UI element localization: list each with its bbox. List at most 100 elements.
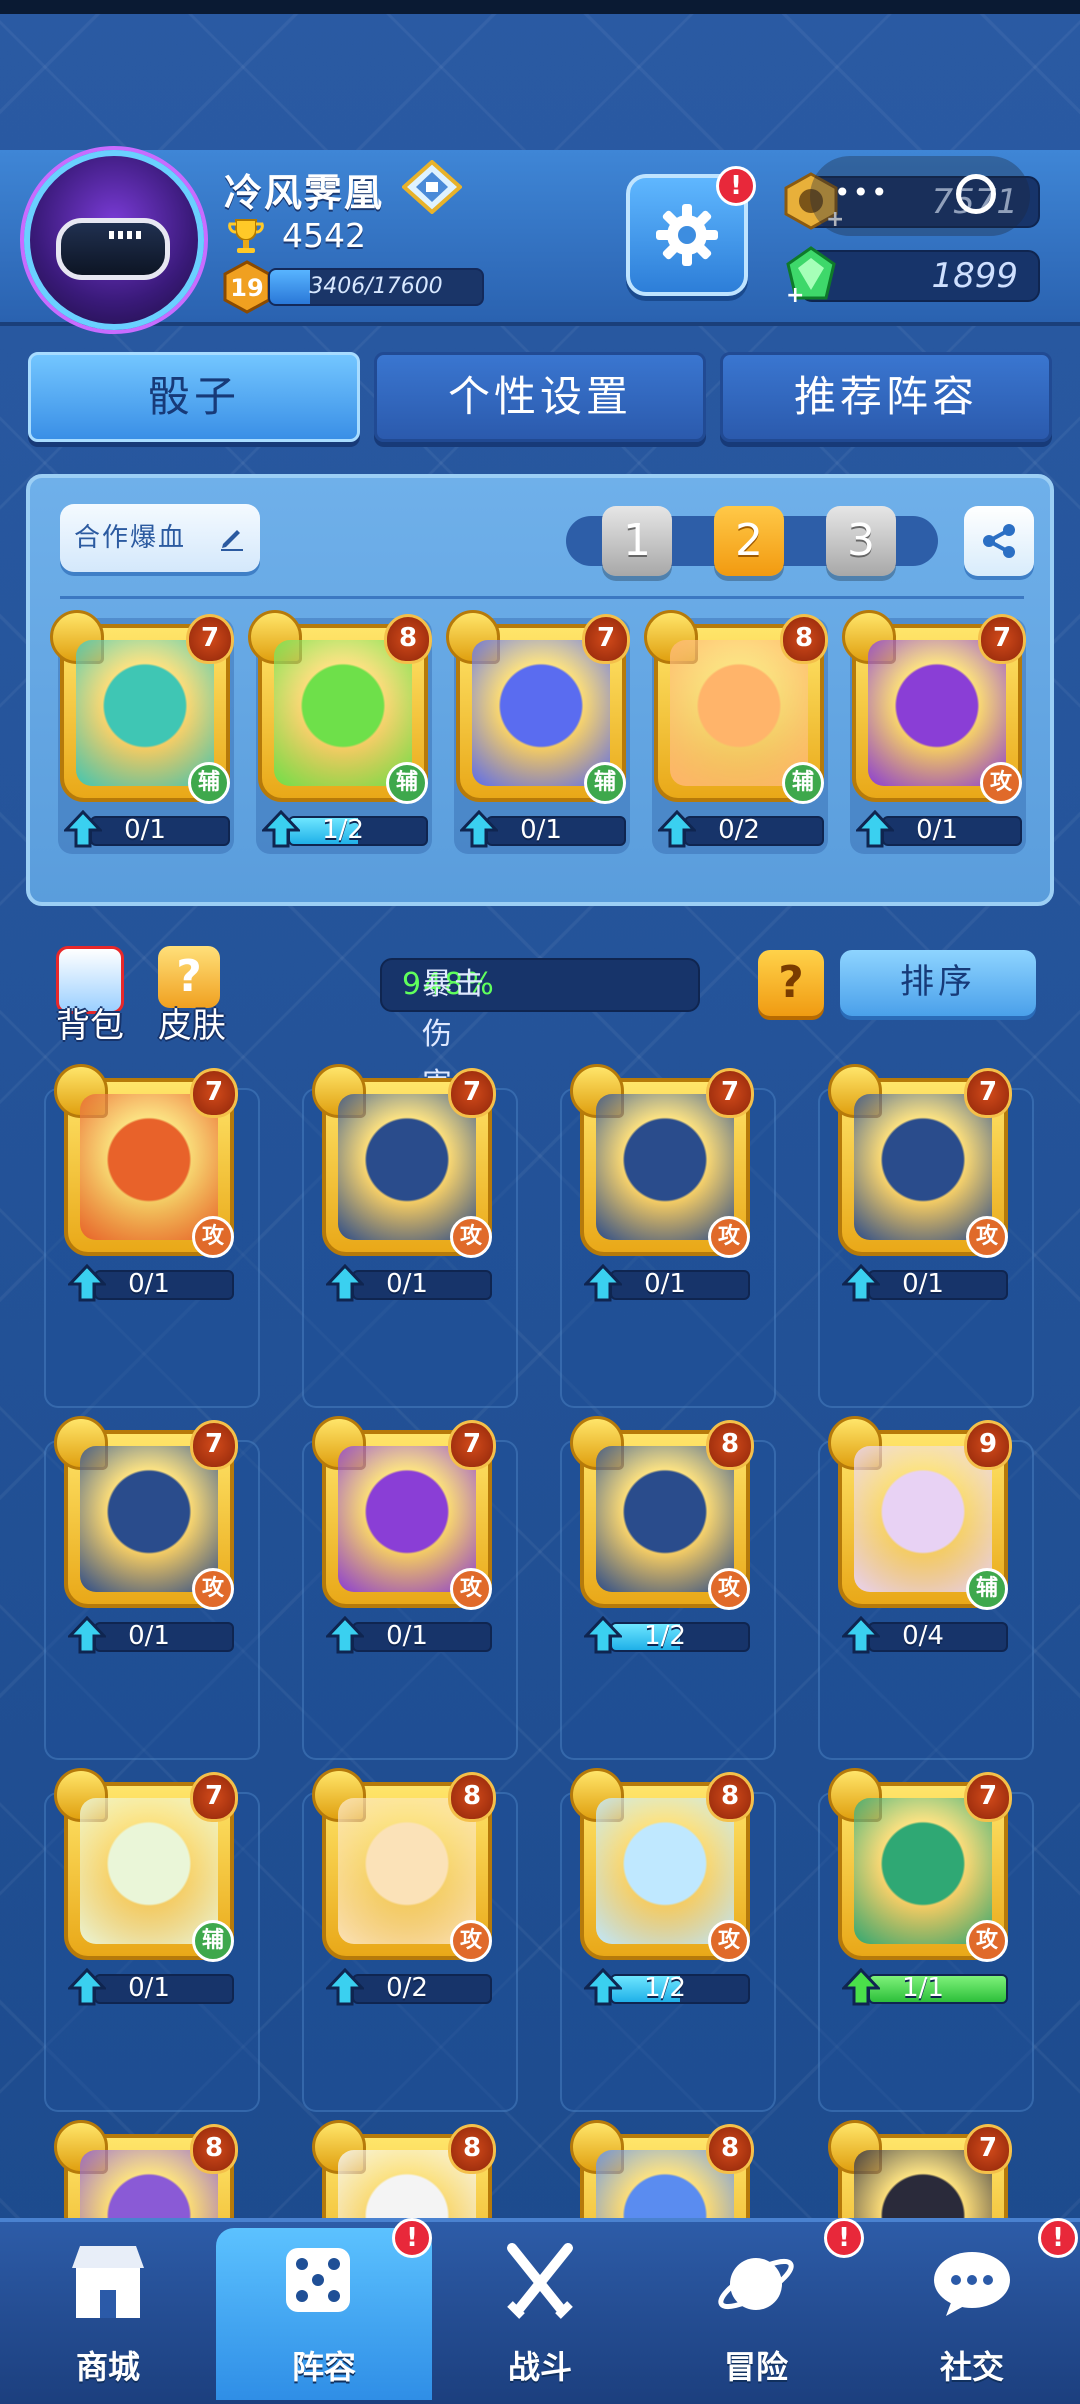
gem-counter[interactable]: + 1899 [786, 246, 1040, 306]
dice-progress-text: 0/1 [916, 815, 958, 845]
dice-progress: 1/2 [584, 1968, 752, 2006]
dice-progress: 0/1 [68, 1264, 236, 1302]
dice-level-badge: 8 [384, 614, 432, 664]
dice-progress-text: 1/1 [902, 1973, 944, 2003]
lineup-alert-badge: ! [392, 2218, 432, 2258]
tab-recommended[interactable]: 推荐阵容 [720, 352, 1052, 442]
deck-name: 合作爆血 [74, 523, 187, 553]
dice-type-badge: 攻 [708, 1568, 750, 1610]
dice-level-badge: 8 [706, 2124, 754, 2174]
dice-progress-text: 1/2 [644, 1621, 686, 1651]
dice-progress-text: 0/1 [386, 1269, 428, 1299]
svg-text:+: + [786, 283, 804, 306]
dice-progress: 0/1 [68, 1616, 236, 1654]
dice-level-badge: 8 [448, 2124, 496, 2174]
sort-button[interactable]: 排序 [840, 950, 1036, 1016]
close-circle-icon[interactable] [956, 174, 996, 214]
dice-progress-text: 0/4 [902, 1621, 944, 1651]
dice-level-badge: 8 [706, 1772, 754, 1822]
dice-progress: 1/2 [584, 1616, 752, 1654]
dice-frame: 8辅 [248, 610, 432, 804]
deck-slot-3[interactable]: 3 [826, 506, 896, 576]
lucky-cat-dice-icon [670, 640, 808, 786]
aquarius-dice-icon [80, 1446, 218, 1592]
deck-divider [60, 596, 1024, 599]
archer-flame-dice-icon [80, 1094, 218, 1240]
dice-progress: 0/1 [842, 1264, 1010, 1302]
dice-progress-text: 0/1 [124, 815, 166, 845]
dice-level-badge: 7 [978, 614, 1026, 664]
nav-item-shop[interactable]: 商城 [0, 2228, 216, 2400]
dice-progress: 0/1 [326, 1264, 494, 1302]
dice-progress-text: 1/2 [644, 1973, 686, 2003]
dice-type-badge: 辅 [966, 1568, 1008, 1610]
deck-panel: 合作爆血 1 2 3 7 辅 0/1 8 辅 1/2 7 辅 0/1 8 辅 0/2 7 攻 0/1 [26, 474, 1054, 906]
gem-amount: 1899 [931, 256, 1018, 296]
tab-customize[interactable]: 个性设置 [374, 352, 706, 442]
rank-badge-icon[interactable] [402, 160, 462, 214]
dice-type-badge: 辅 [782, 762, 824, 804]
dice-level-badge: 7 [190, 1772, 238, 1822]
dice-progress: 0/1 [326, 1616, 494, 1654]
dice-level-badge: 7 [186, 614, 234, 664]
more-dots-icon[interactable]: ••• [834, 176, 890, 209]
dice-frame: 7攻 [312, 1416, 496, 1610]
slime-dice-icon [854, 1798, 992, 1944]
dice-level-badge: 8 [448, 1772, 496, 1822]
dice-progress: 0/1 [856, 810, 1024, 848]
pencil-icon [221, 530, 243, 551]
dice-type-badge: 攻 [192, 1216, 234, 1258]
dice-type-badge: 辅 [188, 762, 230, 804]
nav-label: 商城 [75, 2348, 140, 2386]
twins-dice-icon [338, 1094, 476, 1240]
dice-level-badge: 8 [190, 2124, 238, 2174]
bag-button[interactable]: 背包 [50, 946, 130, 1056]
player-name: 冷风霁凰 [224, 171, 385, 215]
dice-progress: 0/2 [658, 810, 826, 848]
dice-type-badge: 攻 [980, 762, 1022, 804]
dice-progress: 0/4 [842, 1616, 1010, 1654]
green-cross-dice-icon [274, 640, 412, 786]
nav-label: 冒险 [723, 2348, 788, 2386]
share-icon [983, 524, 1015, 558]
dice-type-badge: 攻 [450, 1568, 492, 1610]
dice-frame: 7攻 [570, 1064, 754, 1258]
ox-dice-icon [596, 1094, 734, 1240]
skin-button[interactable]: ? 皮肤 [152, 946, 232, 1056]
share-button[interactable] [964, 506, 1034, 576]
deck-slot-2[interactable]: 2 [714, 506, 784, 576]
dice-frame: 7攻 [828, 1768, 1012, 1962]
dice-type-badge: 攻 [966, 1216, 1008, 1258]
dice-level-badge: 7 [448, 1068, 496, 1118]
settings-alert-badge: ! [716, 166, 756, 206]
trophy-count: 4542 [282, 216, 366, 255]
xp-progress-bar: 3406/17600 [268, 268, 484, 306]
floating-overlay-pill[interactable]: ••• [810, 156, 1030, 236]
svg-text:19: 19 [230, 274, 263, 302]
dice-type-badge: 攻 [708, 1920, 750, 1962]
dice-progress-text: 0/1 [128, 1973, 170, 2003]
dice-level-badge: 7 [706, 1068, 754, 1118]
skin-label: 皮肤 [158, 1006, 226, 1046]
deck-name-button[interactable]: 合作爆血 [60, 504, 260, 572]
dice-frame: 7攻 [54, 1064, 238, 1258]
nav-label: 战斗 [507, 2348, 572, 2386]
deck-slot-1[interactable]: 1 [602, 506, 672, 576]
nav-item-swords[interactable]: 战斗 [432, 2228, 648, 2400]
dice-type-badge: 攻 [192, 1568, 234, 1610]
player-avatar[interactable] [24, 150, 204, 330]
nav-label: 阵容 [291, 2348, 356, 2386]
help-button[interactable]: ? [758, 950, 824, 1016]
tab-dice[interactable]: 骰子 [28, 352, 360, 442]
dice-progress-text: 1/2 [322, 815, 364, 845]
dice-frame: 9辅 [828, 1416, 1012, 1610]
ghost-dice-icon [854, 1094, 992, 1240]
dice-type-badge: 辅 [192, 1920, 234, 1962]
lightning-dice-icon [596, 1798, 734, 1944]
dice-progress-text: 0/2 [718, 815, 760, 845]
dice-frame: 7辅 [50, 610, 234, 804]
dice-level-badge: 9 [964, 1420, 1012, 1470]
trophy-icon [228, 219, 264, 253]
level-badge: 19 [223, 260, 271, 314]
dice-level-badge: 7 [964, 1068, 1012, 1118]
